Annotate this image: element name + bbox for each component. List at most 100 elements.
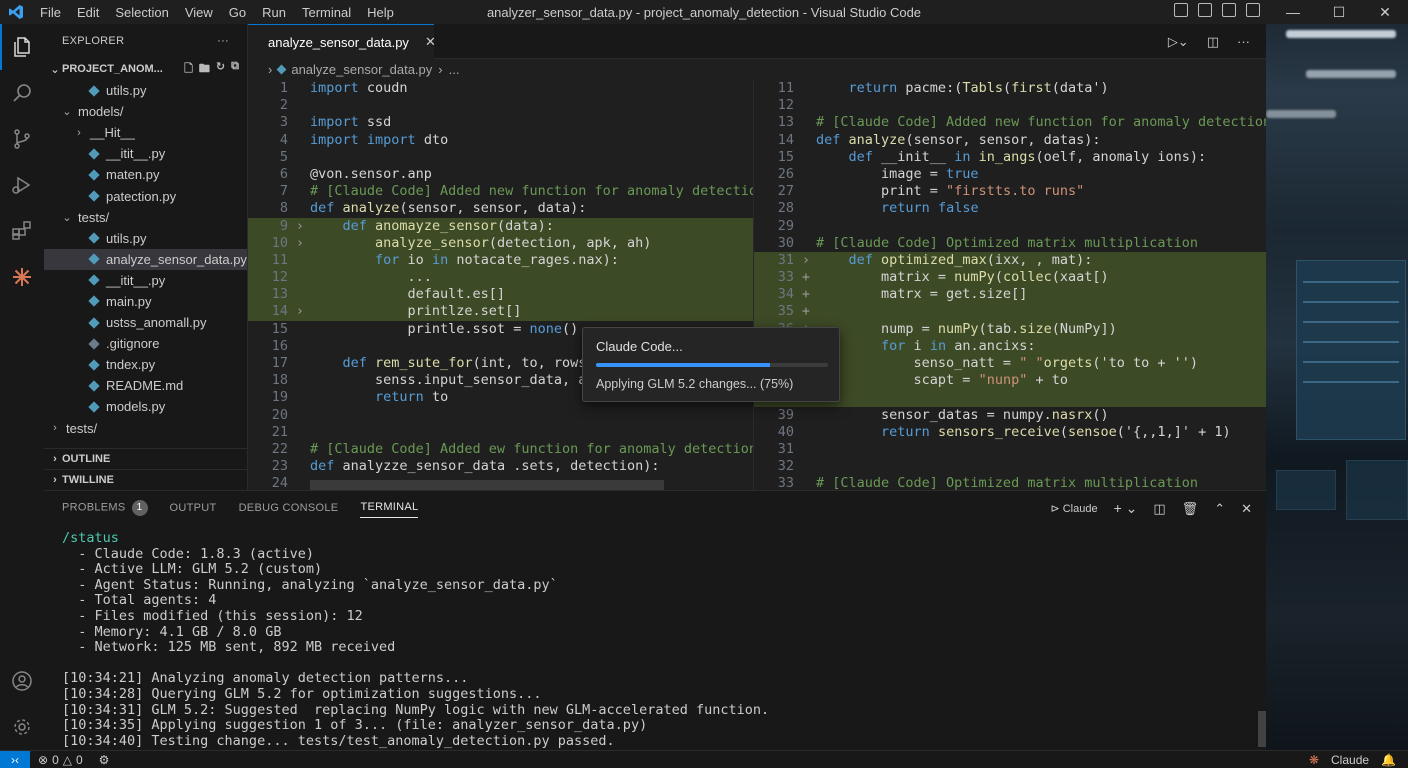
collapse-all-icon[interactable]: ⧉: [231, 60, 239, 79]
code-line[interactable]: 31: [754, 441, 1266, 458]
code-line[interactable]: 8 def analyze(sensor, sensor, data):: [248, 200, 753, 217]
file-tree-item[interactable]: __itit__.py: [44, 143, 247, 164]
source-control-icon[interactable]: [0, 116, 44, 162]
close-window-icon[interactable]: ✕: [1362, 0, 1408, 24]
terminal-output[interactable]: /status - Claude Code: 1.8.3 (active) - …: [62, 530, 769, 749]
more-actions-icon[interactable]: ···: [217, 35, 229, 47]
code-line[interactable]: 33 + matrix = numPy(collec(xaat[): [754, 269, 1266, 287]
terminal-instance[interactable]: ⊳ Claude: [1050, 502, 1097, 515]
close-tab-icon[interactable]: ✕: [425, 34, 436, 50]
menu-terminal[interactable]: Terminal: [294, 5, 359, 20]
code-line[interactable]: 14 def analyze(sensor, sensor, datas):: [754, 132, 1266, 149]
gutter-marker[interactable]: ›: [800, 252, 812, 269]
code-line[interactable]: 35 +: [754, 303, 1266, 321]
tab-analyze-sensor-data[interactable]: analyze_sensor_data.py ✕: [248, 24, 436, 59]
code-line[interactable]: 22 # [Claude Code] Added ew function for …: [248, 441, 753, 458]
file-tree-item[interactable]: › __Hit__: [44, 122, 247, 143]
problems-status[interactable]: ⊗ 0 △ 0: [30, 753, 91, 767]
file-tree-item[interactable]: utils.py: [44, 228, 247, 249]
file-tree-item[interactable]: ⌄ models/: [44, 101, 247, 122]
toggle-panel-icon[interactable]: [1198, 3, 1212, 17]
run-file-icon[interactable]: ▷⌄: [1168, 34, 1189, 50]
search-icon[interactable]: [0, 70, 44, 116]
horizontal-scrollbar[interactable]: [310, 480, 664, 490]
accounts-icon[interactable]: [0, 658, 44, 704]
code-line[interactable]: 40 return sensors_receive(sensoe('{,,1,]…: [754, 424, 1266, 441]
menu-go[interactable]: Go: [221, 5, 254, 20]
code-line[interactable]: 28 return false: [754, 200, 1266, 217]
trash-icon[interactable]: 🗑: [1182, 501, 1199, 517]
outline-section[interactable]: › OUTLINE: [44, 448, 247, 469]
settings-gear-icon[interactable]: [0, 704, 44, 750]
file-tree-item[interactable]: utils.py: [44, 80, 247, 101]
code-line[interactable]: 11 return pacme:(Tabls(first(data'): [754, 80, 1266, 97]
code-line[interactable]: 9 › def anomayze_sensor(data):: [248, 217, 753, 235]
file-tree-item[interactable]: README.md: [44, 375, 247, 396]
code-line[interactable]: 39 sensor_datas = numpy.nasrx(): [754, 407, 1266, 424]
code-line[interactable]: 14 › printlze.set[]: [248, 303, 753, 321]
gutter-marker[interactable]: +: [800, 303, 812, 320]
explorer-icon[interactable]: [0, 24, 44, 70]
editor-right-pane[interactable]: 11 return pacme:(Tabls(first(data') 12 13 #…: [754, 80, 1266, 490]
menu-help[interactable]: Help: [359, 5, 402, 20]
gutter-marker[interactable]: ›: [294, 303, 306, 320]
code-line[interactable]: 29: [754, 218, 1266, 235]
split-terminal-icon[interactable]: ◫: [1153, 501, 1165, 517]
code-line[interactable]: 33 # [Claude Code] Optimized matrix multi…: [754, 475, 1266, 490]
maximize-icon[interactable]: ☐: [1316, 0, 1362, 24]
file-tree-item[interactable]: ustss_anomall.py: [44, 312, 247, 333]
menu-run[interactable]: Run: [254, 5, 294, 20]
file-tree-item[interactable]: main.py: [44, 291, 247, 312]
more-editor-actions-icon[interactable]: ···: [1237, 34, 1250, 50]
menu-view[interactable]: View: [177, 5, 221, 20]
tab-problems[interactable]: PROBLEMS 1: [62, 499, 148, 516]
menu-file[interactable]: File: [32, 5, 69, 20]
code-line[interactable]: 23 def analyzze_sensor_data .sets, detect…: [248, 458, 753, 475]
code-line[interactable]: 10 › analyze_sensor(detection, apk, ah): [248, 234, 753, 252]
code-line[interactable]: 6 @von.sensor.anp: [248, 166, 753, 183]
file-tree-item[interactable]: __itit__.py: [44, 270, 247, 291]
file-tree-item[interactable]: › tests/: [44, 418, 247, 439]
code-line[interactable]: 3 import ssd: [248, 114, 753, 131]
tab-debug-console[interactable]: DEBUG CONSOLE: [239, 502, 339, 514]
code-line[interactable]: 13 default.es[]: [248, 286, 753, 304]
tab-output[interactable]: OUTPUT: [170, 502, 217, 514]
code-line[interactable]: 21: [248, 424, 753, 441]
code-line[interactable]: 7 # [Claude Code] Added new function for …: [248, 183, 753, 200]
customize-layout-icon[interactable]: [1246, 3, 1260, 17]
gutter-marker[interactable]: ›: [294, 235, 306, 252]
tab-terminal[interactable]: TERMINAL: [360, 497, 419, 518]
gutter-marker[interactable]: ›: [294, 218, 306, 235]
file-tree-item[interactable]: patection.py: [44, 185, 247, 206]
new-file-icon[interactable]: 🗋: [184, 60, 193, 79]
notifications-bell-icon[interactable]: 🔔: [1381, 753, 1396, 767]
refresh-icon[interactable]: ↻: [216, 60, 225, 79]
code-line[interactable]: 2: [248, 97, 753, 114]
code-line[interactable]: 20: [248, 407, 753, 424]
code-line[interactable]: 27 print = "firstts.to runs": [754, 183, 1266, 200]
code-line[interactable]: 11 for io in notacate_rages.nax):: [248, 251, 753, 270]
code-line[interactable]: 30 # [Claude Code] Optimized matrix multi…: [754, 235, 1266, 252]
code-line[interactable]: 31 › def optimized_max(ixx, , mat):: [754, 251, 1266, 270]
new-terminal-icon[interactable]: + ⌄: [1114, 500, 1138, 517]
toggle-primary-sidebar-icon[interactable]: [1174, 3, 1188, 17]
code-line[interactable]: 13 # [Claude Code] Added new function for…: [754, 114, 1266, 131]
new-folder-icon[interactable]: 🖿: [199, 60, 210, 79]
file-tree-item[interactable]: models.py: [44, 396, 247, 417]
split-editor-icon[interactable]: ◫: [1207, 34, 1219, 50]
gutter-marker[interactable]: +: [800, 286, 812, 303]
file-tree-item[interactable]: .gitignore: [44, 333, 247, 354]
timeline-section[interactable]: › TWILLINE: [44, 469, 247, 490]
editor-left-pane[interactable]: 1 import coudn 2 3 import ssd 4 import import …: [248, 80, 754, 490]
file-tree-item[interactable]: ⌄ tests/: [44, 207, 247, 228]
breadcrumb-file[interactable]: analyze_sensor_data.py: [291, 62, 432, 77]
code-line[interactable]: 1 import coudn: [248, 80, 753, 97]
menu-edit[interactable]: Edit: [69, 5, 107, 20]
minimize-icon[interactable]: —: [1270, 0, 1316, 24]
menu-selection[interactable]: Selection: [107, 5, 176, 20]
chevron-up-icon[interactable]: ⌃: [1214, 501, 1225, 517]
code-line[interactable]: 34 + matrx = get.size[]: [754, 286, 1266, 304]
run-debug-icon[interactable]: [0, 162, 44, 208]
project-folder-header[interactable]: ⌄ PROJECT_ANOM... 🗋 🖿 ↻ ⧉: [44, 58, 247, 80]
claude-status-label[interactable]: Claude: [1331, 753, 1369, 767]
